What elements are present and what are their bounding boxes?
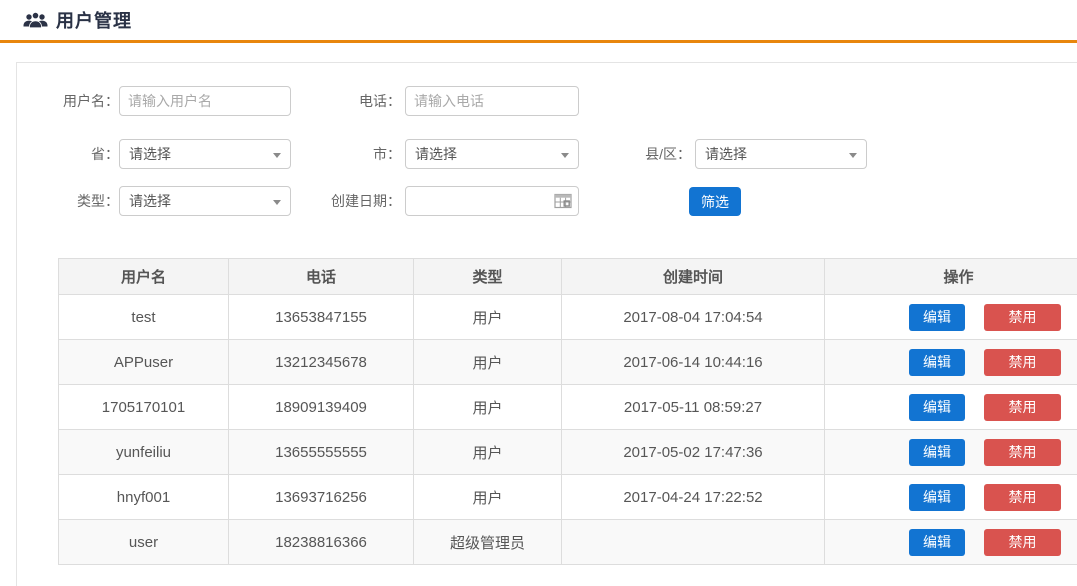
edit-button[interactable]: 编辑 — [909, 349, 965, 376]
cell-phone: 13693716256 — [229, 475, 414, 520]
user-management-page: 用户管理 用户名： 电话： 省： 请选择 市： 请选择 县/区： 请选择 类型：… — [0, 0, 1077, 586]
page-header: 用户管理 — [0, 0, 1077, 40]
disable-button[interactable]: 禁用 — [984, 394, 1061, 421]
cell-created: 2017-05-02 17:47:36 — [562, 430, 825, 475]
disable-button[interactable]: 禁用 — [984, 304, 1061, 331]
province-label: 省： — [31, 139, 119, 169]
cell-created: 2017-05-11 08:59:27 — [562, 385, 825, 430]
username-input[interactable] — [119, 86, 291, 116]
cell-type: 超级管理员 — [414, 520, 562, 565]
chevron-down-icon — [273, 200, 281, 205]
create-date-input[interactable] — [405, 186, 579, 216]
filter-submit-button[interactable]: 筛选 — [689, 187, 741, 216]
chevron-down-icon — [561, 153, 569, 158]
city-label: 市： — [331, 139, 401, 169]
cell-username: yunfeiliu — [59, 430, 229, 475]
province-select-value: 请选择 — [129, 146, 171, 162]
phone-label: 电话： — [331, 86, 401, 116]
content-panel: 用户名： 电话： 省： 请选择 市： 请选择 县/区： 请选择 类型： 请选择 … — [16, 62, 1077, 586]
county-select[interactable]: 请选择 — [695, 139, 867, 169]
cell-type: 用户 — [414, 385, 562, 430]
cell-username: user — [59, 520, 229, 565]
cell-username: 1705170101 — [59, 385, 229, 430]
cell-type: 用户 — [414, 295, 562, 340]
disable-button[interactable]: 禁用 — [984, 484, 1061, 511]
cell-phone: 13655555555 — [229, 430, 414, 475]
table-header-row: 用户名 电话 类型 创建时间 操作 — [59, 259, 1077, 295]
city-select-value: 请选择 — [415, 146, 457, 162]
users-table: 用户名 电话 类型 创建时间 操作 test13653847155用户2017-… — [58, 258, 1077, 565]
disable-button[interactable]: 禁用 — [984, 439, 1061, 466]
cell-type: 用户 — [414, 430, 562, 475]
cell-actions: 编辑禁用 — [825, 340, 1077, 385]
username-label: 用户名： — [31, 86, 119, 116]
calendar-icon — [554, 193, 573, 209]
type-select[interactable]: 请选择 — [119, 186, 291, 216]
cell-actions: 编辑禁用 — [825, 475, 1077, 520]
table-row: yunfeiliu13655555555用户2017-05-02 17:47:3… — [59, 430, 1077, 475]
col-header-username: 用户名 — [59, 259, 229, 295]
edit-button[interactable]: 编辑 — [909, 529, 965, 556]
col-header-type: 类型 — [414, 259, 562, 295]
table-row: user18238816366超级管理员 编辑禁用 — [59, 520, 1077, 565]
cell-phone: 18909139409 — [229, 385, 414, 430]
cell-created — [562, 520, 825, 565]
accent-divider — [0, 40, 1077, 43]
cell-created: 2017-06-14 10:44:16 — [562, 340, 825, 385]
cell-created: 2017-04-24 17:22:52 — [562, 475, 825, 520]
cell-username: hnyf001 — [59, 475, 229, 520]
cell-phone: 18238816366 — [229, 520, 414, 565]
edit-button[interactable]: 编辑 — [909, 439, 965, 466]
cell-type: 用户 — [414, 475, 562, 520]
edit-button[interactable]: 编辑 — [909, 394, 965, 421]
disable-button[interactable]: 禁用 — [984, 529, 1061, 556]
cell-phone: 13212345678 — [229, 340, 414, 385]
chevron-down-icon — [849, 153, 857, 158]
cell-username: APPuser — [59, 340, 229, 385]
city-select[interactable]: 请选择 — [405, 139, 579, 169]
type-label: 类型： — [31, 186, 119, 216]
create-date-label: 创建日期： — [301, 186, 401, 216]
chevron-down-icon — [273, 153, 281, 158]
col-header-created: 创建时间 — [562, 259, 825, 295]
users-icon — [22, 11, 49, 30]
disable-button[interactable]: 禁用 — [984, 349, 1061, 376]
table-row: hnyf00113693716256用户2017-04-24 17:22:52编… — [59, 475, 1077, 520]
edit-button[interactable]: 编辑 — [909, 304, 965, 331]
col-header-actions: 操作 — [825, 259, 1077, 295]
type-select-value: 请选择 — [129, 193, 171, 209]
cell-username: test — [59, 295, 229, 340]
cell-type: 用户 — [414, 340, 562, 385]
cell-actions: 编辑禁用 — [825, 385, 1077, 430]
cell-actions: 编辑禁用 — [825, 295, 1077, 340]
col-header-phone: 电话 — [229, 259, 414, 295]
county-select-value: 请选择 — [705, 146, 747, 162]
province-select[interactable]: 请选择 — [119, 139, 291, 169]
cell-actions: 编辑禁用 — [825, 430, 1077, 475]
cell-actions: 编辑禁用 — [825, 520, 1077, 565]
table-row: 170517010118909139409用户2017-05-11 08:59:… — [59, 385, 1077, 430]
county-label: 县/区： — [611, 139, 691, 169]
table-row: APPuser13212345678用户2017-06-14 10:44:16编… — [59, 340, 1077, 385]
edit-button[interactable]: 编辑 — [909, 484, 965, 511]
phone-input[interactable] — [405, 86, 579, 116]
cell-phone: 13653847155 — [229, 295, 414, 340]
cell-created: 2017-08-04 17:04:54 — [562, 295, 825, 340]
table-row: test13653847155用户2017-08-04 17:04:54编辑禁用 — [59, 295, 1077, 340]
page-title: 用户管理 — [56, 7, 132, 33]
